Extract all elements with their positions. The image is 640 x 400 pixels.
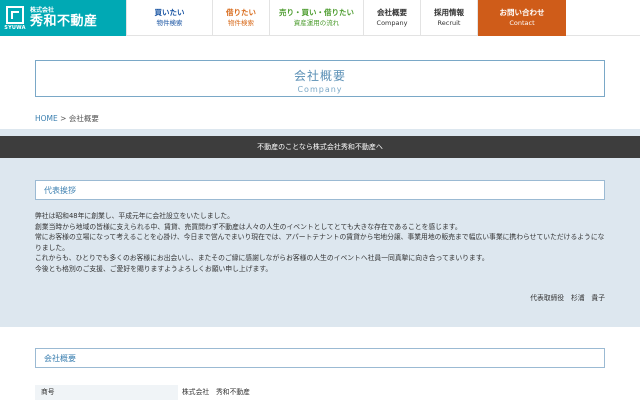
greeting-heading: 代表挨拶 bbox=[44, 186, 76, 195]
nav-buy[interactable]: 買いたい 物件検索 bbox=[126, 0, 212, 36]
greeting-line: 今後とも格別のご支援、ご愛好を賜りますようよろしくお願い申し上げます。 bbox=[35, 264, 273, 273]
site-header: SYUWA 株式会社 秀和不動産 買いたい 物件検索 借りたい 物件検索 売り・買い・借… bbox=[0, 0, 640, 36]
nav-rent[interactable]: 借りたい 物件検索 bbox=[212, 0, 269, 36]
nav-label: 採用情報 bbox=[434, 8, 464, 17]
site-logo[interactable]: SYUWA 株式会社 秀和不動産 bbox=[0, 0, 126, 36]
logo-name: 秀和不動産 bbox=[30, 14, 98, 29]
greeting-text: 弊社は昭和48年に創業し、平成元年に会社設立をいたしました。 創業当時から地域の… bbox=[35, 211, 610, 274]
nav-company[interactable]: 会社概要 Company bbox=[363, 0, 420, 36]
breadcrumb: HOME > 会社概要 bbox=[35, 113, 99, 124]
nav-label: 売り・買い・借りたい bbox=[279, 8, 354, 17]
nav-recruit[interactable]: 採用情報 Recruit bbox=[420, 0, 477, 36]
nav-sublabel: Recruit bbox=[437, 19, 461, 27]
nav-sublabel: 物件検索 bbox=[228, 19, 254, 27]
page-title-en: Company bbox=[297, 85, 343, 94]
signature: 代表取締役 杉浦 貴子 bbox=[530, 294, 605, 302]
greeting-line: 弊社は昭和48年に創業し、平成元年に会社設立をいたしました。 bbox=[35, 212, 234, 220]
table-row: 商号 株式会社 秀和不動産 bbox=[35, 385, 605, 400]
nav-sublabel: 資産運用の流れ bbox=[293, 19, 340, 27]
nav-sell[interactable]: 売り・買い・借りたい 資産運用の流れ bbox=[269, 0, 363, 36]
greeting-heading-box: 代表挨拶 bbox=[35, 180, 605, 200]
banner-bar: 不動産のことなら株式会社秀和不動産へ bbox=[0, 136, 640, 158]
breadcrumb-current: 会社概要 bbox=[68, 114, 99, 123]
nav-label: 買いたい bbox=[154, 8, 185, 17]
nav-sublabel: 物件検索 bbox=[156, 19, 183, 27]
overview-heading: 会社概要 bbox=[44, 354, 76, 363]
greeting-line: 創業当時から地域の皆様に支えられる中、賃貸、売買問わず不動産は人々の人生のイベン… bbox=[35, 222, 462, 231]
greeting-line: 常にお客様の立場になって考えることを心掛け、今日まで営んでまいり現在では、アパー… bbox=[35, 233, 605, 252]
main-nav: 買いたい 物件検索 借りたい 物件検索 売り・買い・借りたい 資産運用の流れ 会社概要 Com… bbox=[126, 0, 566, 36]
overview-heading-box: 会社概要 bbox=[35, 348, 605, 368]
nav-label: お問い合わせ bbox=[499, 8, 545, 17]
nav-contact[interactable]: お問い合わせ Contact bbox=[477, 0, 566, 36]
breadcrumb-home[interactable]: HOME bbox=[35, 114, 58, 123]
breadcrumb-sep: > bbox=[60, 114, 67, 123]
greeting-line: これからも、ひとりでも多くのお客様にお出会いし、またそのご縁に感謝しながらお客様… bbox=[35, 254, 489, 262]
nav-sublabel: Company bbox=[376, 19, 408, 27]
page-title: 会社概要 bbox=[293, 69, 346, 83]
page-title-box: 会社概要 Company bbox=[35, 60, 605, 97]
row-label: 商号 bbox=[35, 385, 178, 400]
row-value: 株式会社 秀和不動産 bbox=[182, 388, 250, 396]
nav-label: 借りたい bbox=[226, 8, 256, 17]
logo-sub: 株式会社 bbox=[30, 7, 55, 14]
nav-label: 会社概要 bbox=[377, 8, 407, 17]
nav-sublabel: Contact bbox=[509, 19, 535, 27]
logo-mark-icon: SYUWA bbox=[4, 4, 26, 32]
